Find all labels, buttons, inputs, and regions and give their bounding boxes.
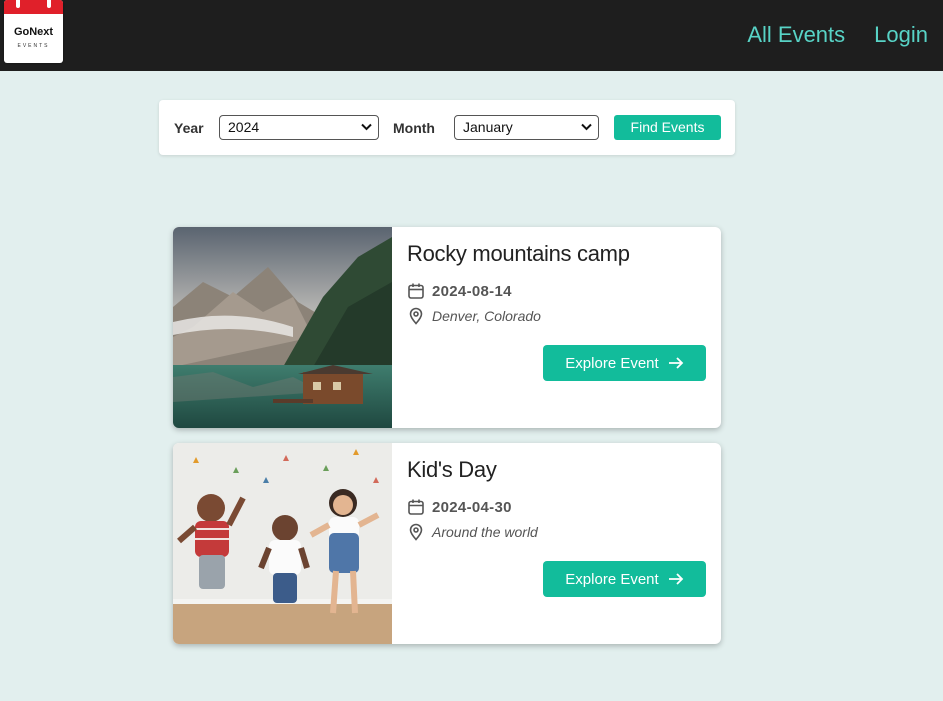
year-label: Year [174,120,204,136]
explore-event-button[interactable]: Explore Event [543,561,706,597]
event-location-row: Around the world [407,523,538,541]
map-pin-icon [409,307,423,325]
arrow-right-icon [668,573,683,585]
event-title: Rocky mountains camp [407,241,630,266]
top-navbar: GoNext EVENTS All Events Login [0,0,943,71]
calendar-header-band [4,0,63,14]
nav-all-events-link[interactable]: All Events [747,22,845,48]
explore-event-label: Explore Event [565,354,659,372]
event-card: Rocky mountains camp 2024-08-14 Denver, … [173,227,721,428]
calendar-icon [408,499,424,515]
event-title: Kid's Day [407,457,497,482]
arrow-right-icon [668,357,683,369]
event-location-row: Denver, Colorado [407,307,541,325]
event-location: Denver, Colorado [432,308,541,324]
calendar-ring-left [16,0,20,8]
month-select[interactable]: January [454,115,599,140]
calendar-icon [408,283,424,299]
calendar-ring-right [47,0,51,8]
month-label: Month [393,120,435,136]
brand-name: GoNext [13,26,54,38]
year-select[interactable]: 2024 [219,115,379,140]
event-date: 2024-04-30 [432,498,512,516]
find-events-button[interactable]: Find Events [614,115,721,140]
event-location: Around the world [432,524,538,540]
event-image-kids-dancing [173,443,392,644]
brand-subtitle: EVENTS [17,43,50,49]
chevron-down-icon [361,123,372,131]
event-filter-panel: Year 2024 Month January Find Events [159,100,735,155]
event-date-row: 2024-08-14 [407,282,512,300]
event-image-mountain-lake [173,227,392,428]
event-date: 2024-08-14 [432,282,512,300]
chevron-down-icon [581,123,592,131]
event-card: Kid's Day 2024-04-30 Around the world Ex… [173,443,721,644]
nav-login-link[interactable]: Login [874,22,928,48]
explore-event-button[interactable]: Explore Event [543,345,706,381]
month-select-value: January [463,119,513,135]
explore-event-label: Explore Event [565,570,659,588]
year-select-value: 2024 [228,119,260,135]
event-date-row: 2024-04-30 [407,498,512,516]
main-nav: All Events Login [747,22,928,48]
brand-logo[interactable]: GoNext EVENTS [4,0,63,63]
map-pin-icon [409,523,423,541]
